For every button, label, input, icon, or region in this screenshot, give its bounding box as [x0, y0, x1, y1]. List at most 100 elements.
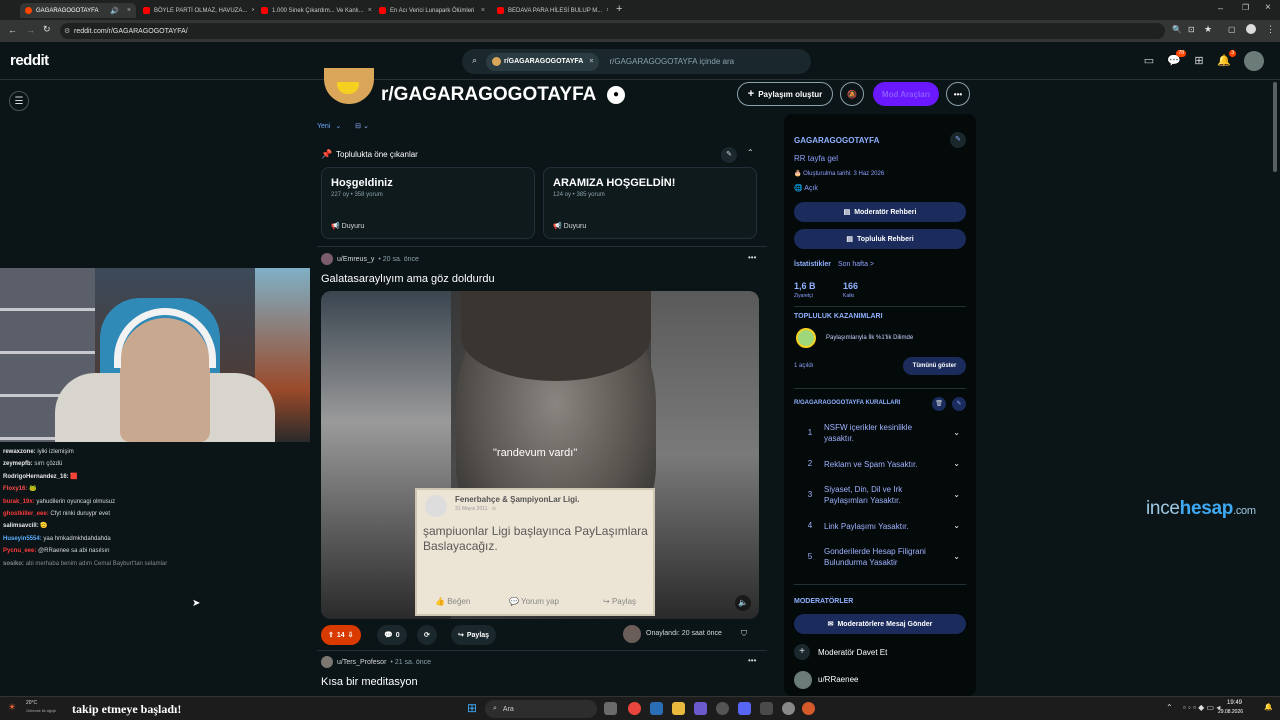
- post-author[interactable]: u/Emreus_y: [337, 256, 374, 263]
- sort-dropdown[interactable]: Yeni: [317, 123, 330, 130]
- url-field[interactable]: ⚙ reddit.com/r/GAGARAGOGOTAYFA/: [60, 23, 1165, 39]
- menu-icon[interactable]: ☰: [9, 91, 29, 111]
- mod-username[interactable]: u/RRaenee: [818, 675, 858, 684]
- app-icon[interactable]: [694, 702, 707, 715]
- chevron-up-icon[interactable]: ⌃: [747, 148, 754, 157]
- highlight-card[interactable]: ARAMIZA HOŞGELDİN! 124 oy • 385 yorum 📢 …: [543, 167, 757, 239]
- browser-menu-icon[interactable]: ⋮: [1266, 24, 1275, 35]
- bookmark-star-icon[interactable]: ★: [1204, 24, 1212, 35]
- notification-center-icon[interactable]: 🔔: [1264, 703, 1273, 711]
- maximize-icon[interactable]: ❐: [1242, 3, 1249, 12]
- rule-item[interactable]: 5 Gonderilerde Hesap Filigrani Bulundurma…: [794, 542, 966, 572]
- tray-chevron-icon[interactable]: ⌃: [1166, 703, 1173, 712]
- edit-icon[interactable]: ✎: [950, 132, 966, 148]
- community-guide-button[interactable]: ▤ Topluluk Rehberi: [794, 229, 966, 249]
- highlight-card[interactable]: Hoşgeldiniz 227 oy • 358 yorum 📢 Duyuru: [321, 167, 535, 239]
- post-title[interactable]: Kısa bir meditasyon: [321, 676, 418, 688]
- message-mods-button[interactable]: ✉ Moderatörlere Mesaj Gönder: [794, 614, 966, 634]
- chat-icon[interactable]: 💬 78: [1167, 50, 1186, 68]
- forward-icon[interactable]: →: [26, 25, 35, 35]
- browser-tab-youtube-2[interactable]: 1.000 Sinek Çıkardım... Ve Kanlı... ×: [256, 3, 372, 18]
- show-all-button[interactable]: Tümünü göster: [903, 357, 966, 375]
- browser-tab-youtube-3[interactable]: En Acı Verici Lunapark Ölümleri ×: [374, 3, 490, 18]
- back-icon[interactable]: ←: [8, 25, 17, 35]
- steam-icon[interactable]: [650, 702, 663, 715]
- file-explorer-icon[interactable]: [672, 702, 685, 715]
- create-post-button[interactable]: + Paylaşım oluştur: [737, 82, 833, 106]
- stats-period[interactable]: Son hafta >: [838, 261, 874, 268]
- settings-gear-icon[interactable]: [782, 702, 795, 715]
- user-avatar[interactable]: [1244, 51, 1264, 71]
- rule-item[interactable]: 1 NSFW içerikler kesinlikle yasaktır. ⌄: [794, 418, 966, 448]
- rule-item[interactable]: 2 Reklam ve Spam Yasaktır. ⌄: [794, 449, 966, 479]
- close-window-icon[interactable]: ×: [1265, 2, 1271, 13]
- close-tab-icon[interactable]: ×: [368, 7, 372, 14]
- close-tab-icon[interactable]: ×: [481, 7, 485, 14]
- clear-chip-icon[interactable]: ×: [589, 58, 593, 65]
- scrollbar-thumb[interactable]: [1273, 82, 1277, 172]
- extensions-icon[interactable]: ▢: [1228, 25, 1236, 34]
- chrome-icon[interactable]: [628, 702, 641, 715]
- reddit-header: reddit ⌕ r/GAGARAGOGOTAYFA × r/GAGARAGOG…: [0, 42, 1280, 80]
- advertise-icon[interactable]: ▭: [1142, 54, 1156, 68]
- create-post-icon[interactable]: ⊞: [1192, 54, 1206, 68]
- mod-tools-button[interactable]: Mod Araçları: [873, 82, 939, 106]
- clock-time[interactable]: 19:49: [1227, 700, 1242, 706]
- invite-mod-button[interactable]: Moderatör Davet Et: [818, 648, 887, 657]
- post-author[interactable]: u/Ters_Profesor: [337, 659, 386, 666]
- crosspost-button[interactable]: ⟳: [417, 625, 437, 645]
- scrollbar[interactable]: [1272, 82, 1278, 692]
- rule-item[interactable]: 4 Link Paylaşımı Yasaktır. ⌄: [794, 511, 966, 541]
- close-tab-icon[interactable]: ×: [127, 7, 131, 14]
- install-icon[interactable]: ⊡: [1188, 25, 1195, 34]
- edit-icon[interactable]: ✎: [721, 147, 737, 163]
- site-info-icon[interactable]: ⚙: [64, 27, 70, 35]
- close-tab-icon[interactable]: ×: [251, 7, 254, 14]
- user-avatar[interactable]: [321, 656, 333, 668]
- post-video[interactable]: "randevum vardı" Fenerbahçe & ŞampiyonLa…: [321, 291, 759, 619]
- post-more-icon[interactable]: •••: [748, 253, 756, 262]
- tray-icons[interactable]: ▫ ◦ ▫ ◆ ▭ ◂: [1183, 703, 1220, 712]
- upvote-icon[interactable]: ⇧: [328, 631, 334, 639]
- browser-tab-youtube-1[interactable]: BÖYLE PARTİ OLMAZ, HAVUZA... ×: [138, 3, 254, 18]
- clock-date[interactable]: 29.08.2026: [1218, 709, 1243, 715]
- reddit-logo[interactable]: reddit: [10, 52, 49, 69]
- vote-control[interactable]: ⇧ 14 ⇩: [321, 625, 361, 645]
- browser-tab-youtube-4[interactable]: BEDAVA PARA HİLESİ BULUP M... ×: [492, 3, 608, 18]
- downvote-icon[interactable]: ⇩: [348, 631, 354, 639]
- taskbar-search[interactable]: ⌕ Ara: [485, 700, 597, 718]
- close-tab-icon[interactable]: ×: [606, 7, 608, 14]
- zoom-icon[interactable]: 🔍: [1172, 25, 1182, 34]
- app-icon[interactable]: [802, 702, 815, 715]
- mod-guide-button[interactable]: ▤ Moderatör Rehberi: [794, 202, 966, 222]
- minimize-icon[interactable]: –: [1218, 3, 1223, 13]
- rule-item[interactable]: 3 Siyaset, Din, Dil ve Irk Paylaşımları Y…: [794, 480, 966, 510]
- reload-icon[interactable]: ↻: [43, 24, 51, 35]
- view-toggle-icon[interactable]: ⊟ ⌄: [355, 123, 369, 130]
- delete-icon[interactable]: 🗑: [932, 397, 946, 411]
- mod-shield-icon[interactable]: ⛉: [741, 629, 747, 639]
- mail-icon: ✉: [827, 621, 834, 628]
- notifications-bell-icon[interactable]: 🔔 3: [1217, 50, 1236, 68]
- discord-icon[interactable]: [738, 702, 751, 715]
- volume-icon[interactable]: 🔈: [735, 595, 751, 611]
- new-tab-icon[interactable]: +: [616, 3, 622, 15]
- app-icon[interactable]: [760, 702, 773, 715]
- search-subreddit-chip[interactable]: r/GAGARAGOGOTAYFA ×: [486, 52, 600, 71]
- comments-button[interactable]: 💬 0: [377, 625, 407, 645]
- task-view-icon[interactable]: [604, 702, 617, 715]
- user-avatar[interactable]: [321, 253, 333, 265]
- search-input[interactable]: ⌕ r/GAGARAGOGOTAYFA × r/GAGARAGOGOTAYFA …: [462, 49, 811, 74]
- edit-icon[interactable]: ✎: [952, 397, 966, 411]
- post-more-icon[interactable]: •••: [748, 656, 756, 665]
- speaker-icon[interactable]: 🔊: [110, 7, 119, 15]
- windows-start-icon[interactable]: ⊞: [467, 701, 477, 715]
- more-options-button[interactable]: •••: [946, 82, 970, 106]
- profile-avatar-icon[interactable]: [1246, 24, 1256, 34]
- browser-tab-reddit[interactable]: GAGARAGOGOTAYFA 🔊 ×: [20, 3, 136, 18]
- obs-icon[interactable]: [716, 702, 729, 715]
- mod-avatar[interactable]: [794, 671, 812, 689]
- post-title[interactable]: Galatasaraylıyım ama göz doldurdu: [321, 273, 495, 285]
- mute-notifications-button[interactable]: 🔕: [840, 82, 864, 106]
- share-button[interactable]: ↪ Paylaş: [451, 625, 497, 645]
